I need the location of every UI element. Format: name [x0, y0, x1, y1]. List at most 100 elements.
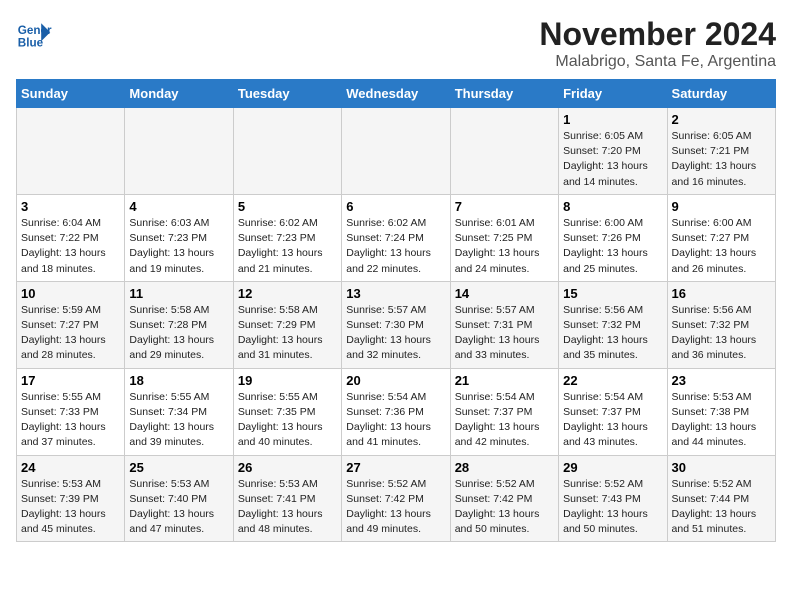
day-cell: 8 Sunrise: 6:00 AM Sunset: 7:26 PM Daylig… — [559, 194, 667, 281]
day-info: Sunrise: 5:54 AM Sunset: 7:36 PM Dayligh… — [346, 390, 445, 451]
day-number: 24 — [21, 460, 120, 475]
day-info: Sunrise: 5:59 AM Sunset: 7:27 PM Dayligh… — [21, 303, 120, 364]
day-number: 1 — [563, 112, 662, 127]
calendar-table: SundayMondayTuesdayWednesdayThursdayFrid… — [16, 79, 776, 542]
header-row: SundayMondayTuesdayWednesdayThursdayFrid… — [17, 80, 776, 108]
day-number: 15 — [563, 286, 662, 301]
day-info: Sunrise: 5:53 AM Sunset: 7:39 PM Dayligh… — [21, 477, 120, 538]
day-info: Sunrise: 5:58 AM Sunset: 7:29 PM Dayligh… — [238, 303, 337, 364]
day-number: 14 — [455, 286, 554, 301]
day-cell: 28 Sunrise: 5:52 AM Sunset: 7:42 PM Dayli… — [450, 455, 558, 542]
day-info: Sunrise: 6:02 AM Sunset: 7:24 PM Dayligh… — [346, 216, 445, 277]
day-cell: 14 Sunrise: 5:57 AM Sunset: 7:31 PM Dayli… — [450, 281, 558, 368]
day-info: Sunrise: 5:55 AM Sunset: 7:34 PM Dayligh… — [129, 390, 228, 451]
day-number: 23 — [672, 373, 771, 388]
day-info: Sunrise: 5:52 AM Sunset: 7:42 PM Dayligh… — [455, 477, 554, 538]
day-cell: 30 Sunrise: 5:52 AM Sunset: 7:44 PM Dayli… — [667, 455, 775, 542]
logo: General Blue — [16, 16, 52, 52]
day-cell: 26 Sunrise: 5:53 AM Sunset: 7:41 PM Dayli… — [233, 455, 341, 542]
day-info: Sunrise: 5:57 AM Sunset: 7:30 PM Dayligh… — [346, 303, 445, 364]
day-cell — [342, 108, 450, 195]
day-info: Sunrise: 6:00 AM Sunset: 7:27 PM Dayligh… — [672, 216, 771, 277]
day-info: Sunrise: 5:55 AM Sunset: 7:33 PM Dayligh… — [21, 390, 120, 451]
header-day-sunday: Sunday — [17, 80, 125, 108]
calendar-body: 1 Sunrise: 6:05 AM Sunset: 7:20 PM Daylig… — [17, 108, 776, 542]
header-day-tuesday: Tuesday — [233, 80, 341, 108]
day-cell: 15 Sunrise: 5:56 AM Sunset: 7:32 PM Dayli… — [559, 281, 667, 368]
day-info: Sunrise: 5:53 AM Sunset: 7:40 PM Dayligh… — [129, 477, 228, 538]
day-number: 5 — [238, 199, 337, 214]
day-number: 19 — [238, 373, 337, 388]
day-number: 3 — [21, 199, 120, 214]
day-cell: 10 Sunrise: 5:59 AM Sunset: 7:27 PM Dayli… — [17, 281, 125, 368]
day-cell: 23 Sunrise: 5:53 AM Sunset: 7:38 PM Dayli… — [667, 368, 775, 455]
day-cell: 4Sunrise: 6:03 AM Sunset: 7:23 PM Daylig… — [125, 194, 233, 281]
day-number: 2 — [672, 112, 771, 127]
header-day-saturday: Saturday — [667, 80, 775, 108]
day-info: Sunrise: 5:52 AM Sunset: 7:44 PM Dayligh… — [672, 477, 771, 538]
week-row-4: 24 Sunrise: 5:53 AM Sunset: 7:39 PM Dayli… — [17, 455, 776, 542]
day-cell: 12Sunrise: 5:58 AM Sunset: 7:29 PM Dayli… — [233, 281, 341, 368]
day-number: 30 — [672, 460, 771, 475]
week-row-2: 10 Sunrise: 5:59 AM Sunset: 7:27 PM Dayli… — [17, 281, 776, 368]
day-cell — [233, 108, 341, 195]
week-row-3: 17Sunrise: 5:55 AM Sunset: 7:33 PM Dayli… — [17, 368, 776, 455]
day-number: 22 — [563, 373, 662, 388]
day-cell: 1 Sunrise: 6:05 AM Sunset: 7:20 PM Daylig… — [559, 108, 667, 195]
day-cell — [17, 108, 125, 195]
day-cell: 16 Sunrise: 5:56 AM Sunset: 7:32 PM Dayli… — [667, 281, 775, 368]
day-cell: 13 Sunrise: 5:57 AM Sunset: 7:30 PM Dayli… — [342, 281, 450, 368]
header-day-wednesday: Wednesday — [342, 80, 450, 108]
day-info: Sunrise: 6:01 AM Sunset: 7:25 PM Dayligh… — [455, 216, 554, 277]
day-cell: 3Sunrise: 6:04 AM Sunset: 7:22 PM Daylig… — [17, 194, 125, 281]
day-info: Sunrise: 6:00 AM Sunset: 7:26 PM Dayligh… — [563, 216, 662, 277]
day-number: 9 — [672, 199, 771, 214]
header-day-thursday: Thursday — [450, 80, 558, 108]
header: General Blue November 2024 Malabrigo, Sa… — [16, 16, 776, 71]
day-number: 8 — [563, 199, 662, 214]
week-row-1: 3Sunrise: 6:04 AM Sunset: 7:22 PM Daylig… — [17, 194, 776, 281]
day-number: 18 — [129, 373, 228, 388]
day-info: Sunrise: 5:55 AM Sunset: 7:35 PM Dayligh… — [238, 390, 337, 451]
day-number: 7 — [455, 199, 554, 214]
day-cell — [125, 108, 233, 195]
day-cell: 5Sunrise: 6:02 AM Sunset: 7:23 PM Daylig… — [233, 194, 341, 281]
day-number: 29 — [563, 460, 662, 475]
title-area: November 2024 Malabrigo, Santa Fe, Argen… — [539, 16, 776, 71]
day-cell: 9 Sunrise: 6:00 AM Sunset: 7:27 PM Daylig… — [667, 194, 775, 281]
day-cell: 25 Sunrise: 5:53 AM Sunset: 7:40 PM Dayli… — [125, 455, 233, 542]
day-info: Sunrise: 5:56 AM Sunset: 7:32 PM Dayligh… — [672, 303, 771, 364]
day-number: 13 — [346, 286, 445, 301]
day-number: 25 — [129, 460, 228, 475]
day-info: Sunrise: 6:05 AM Sunset: 7:21 PM Dayligh… — [672, 129, 771, 190]
day-info: Sunrise: 5:54 AM Sunset: 7:37 PM Dayligh… — [563, 390, 662, 451]
day-cell — [450, 108, 558, 195]
day-info: Sunrise: 5:52 AM Sunset: 7:42 PM Dayligh… — [346, 477, 445, 538]
day-number: 20 — [346, 373, 445, 388]
day-number: 16 — [672, 286, 771, 301]
day-info: Sunrise: 5:56 AM Sunset: 7:32 PM Dayligh… — [563, 303, 662, 364]
day-info: Sunrise: 6:05 AM Sunset: 7:20 PM Dayligh… — [563, 129, 662, 190]
day-number: 10 — [21, 286, 120, 301]
day-number: 21 — [455, 373, 554, 388]
day-cell: 18 Sunrise: 5:55 AM Sunset: 7:34 PM Dayli… — [125, 368, 233, 455]
day-number: 11 — [129, 286, 228, 301]
day-info: Sunrise: 5:53 AM Sunset: 7:38 PM Dayligh… — [672, 390, 771, 451]
day-number: 4 — [129, 199, 228, 214]
location-title: Malabrigo, Santa Fe, Argentina — [539, 53, 776, 71]
day-cell: 19 Sunrise: 5:55 AM Sunset: 7:35 PM Dayli… — [233, 368, 341, 455]
day-info: Sunrise: 5:58 AM Sunset: 7:28 PM Dayligh… — [129, 303, 228, 364]
calendar-header: SundayMondayTuesdayWednesdayThursdayFrid… — [17, 80, 776, 108]
day-cell: 7 Sunrise: 6:01 AM Sunset: 7:25 PM Daylig… — [450, 194, 558, 281]
month-title: November 2024 — [539, 16, 776, 53]
day-info: Sunrise: 5:53 AM Sunset: 7:41 PM Dayligh… — [238, 477, 337, 538]
day-cell: 21 Sunrise: 5:54 AM Sunset: 7:37 PM Dayli… — [450, 368, 558, 455]
day-number: 26 — [238, 460, 337, 475]
week-row-0: 1 Sunrise: 6:05 AM Sunset: 7:20 PM Daylig… — [17, 108, 776, 195]
day-number: 28 — [455, 460, 554, 475]
day-cell: 2 Sunrise: 6:05 AM Sunset: 7:21 PM Daylig… — [667, 108, 775, 195]
day-number: 27 — [346, 460, 445, 475]
day-cell: 20 Sunrise: 5:54 AM Sunset: 7:36 PM Dayli… — [342, 368, 450, 455]
day-info: Sunrise: 5:54 AM Sunset: 7:37 PM Dayligh… — [455, 390, 554, 451]
day-info: Sunrise: 5:57 AM Sunset: 7:31 PM Dayligh… — [455, 303, 554, 364]
